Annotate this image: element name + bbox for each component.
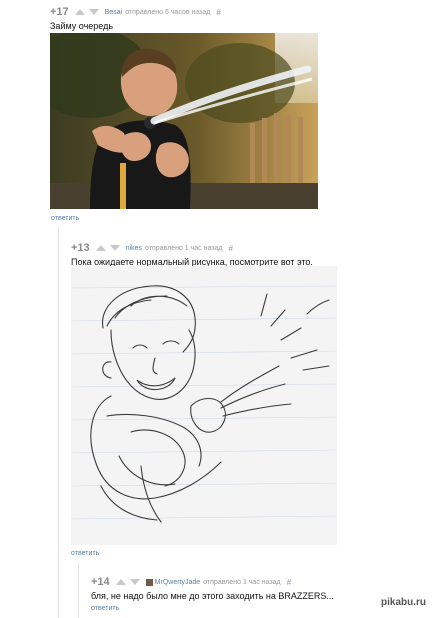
reply-link[interactable]: ответить	[51, 215, 79, 222]
comment-header: +14 MrQwertyJade отправлено 1 час назад …	[91, 575, 334, 589]
comment-rating: +13	[71, 242, 90, 254]
site-watermark: pikabu.ru	[381, 597, 427, 608]
reply-link[interactable]: ответить	[71, 550, 99, 557]
vote-up-icon[interactable]	[95, 245, 106, 251]
drawing-graphic	[71, 266, 337, 545]
vote-up-icon[interactable]	[115, 579, 126, 585]
comment-permalink[interactable]: #	[228, 244, 232, 253]
comment-image-photo[interactable]	[50, 33, 318, 209]
reply-link[interactable]: ответить	[91, 605, 119, 612]
comment-permalink[interactable]: #	[287, 578, 291, 587]
comment-author[interactable]: nikes	[126, 245, 142, 252]
comment-image-drawing[interactable]	[71, 266, 337, 545]
comment-timestamp: отправлено 1 час назад	[145, 244, 223, 252]
comment: +17 Besai отправлено 6 часов назад # Зай…	[50, 5, 221, 31]
photo-graphic	[50, 33, 318, 209]
vote-down-icon[interactable]	[109, 245, 120, 251]
comment-author[interactable]: Besai	[105, 9, 123, 16]
comment-text: бля, не надо было мне до этого заходить …	[91, 591, 334, 601]
comment-header: +17 Besai отправлено 6 часов назад #	[50, 5, 221, 19]
comment-timestamp: отправлено 1 час назад	[203, 578, 281, 586]
vote-down-icon[interactable]	[129, 579, 140, 585]
comment-permalink[interactable]: #	[216, 8, 220, 17]
comment-author[interactable]: MrQwertyJade	[155, 579, 201, 586]
comment-rating: +14	[91, 576, 110, 588]
comment-timestamp: отправлено 6 часов назад	[125, 8, 211, 16]
vote-up-icon[interactable]	[74, 9, 85, 15]
avatar	[145, 578, 153, 586]
comment-text: Займу очередь	[50, 21, 114, 31]
comment: +13 nikes отправлено 1 час назад # Пока …	[71, 241, 313, 267]
vote-down-icon[interactable]	[88, 9, 99, 15]
thread-line	[58, 228, 59, 618]
thread-line	[78, 562, 79, 618]
comment-rating: +17	[50, 6, 69, 18]
comment: +14 MrQwertyJade отправлено 1 час назад …	[91, 575, 334, 601]
comment-header: +13 nikes отправлено 1 час назад #	[71, 241, 313, 255]
